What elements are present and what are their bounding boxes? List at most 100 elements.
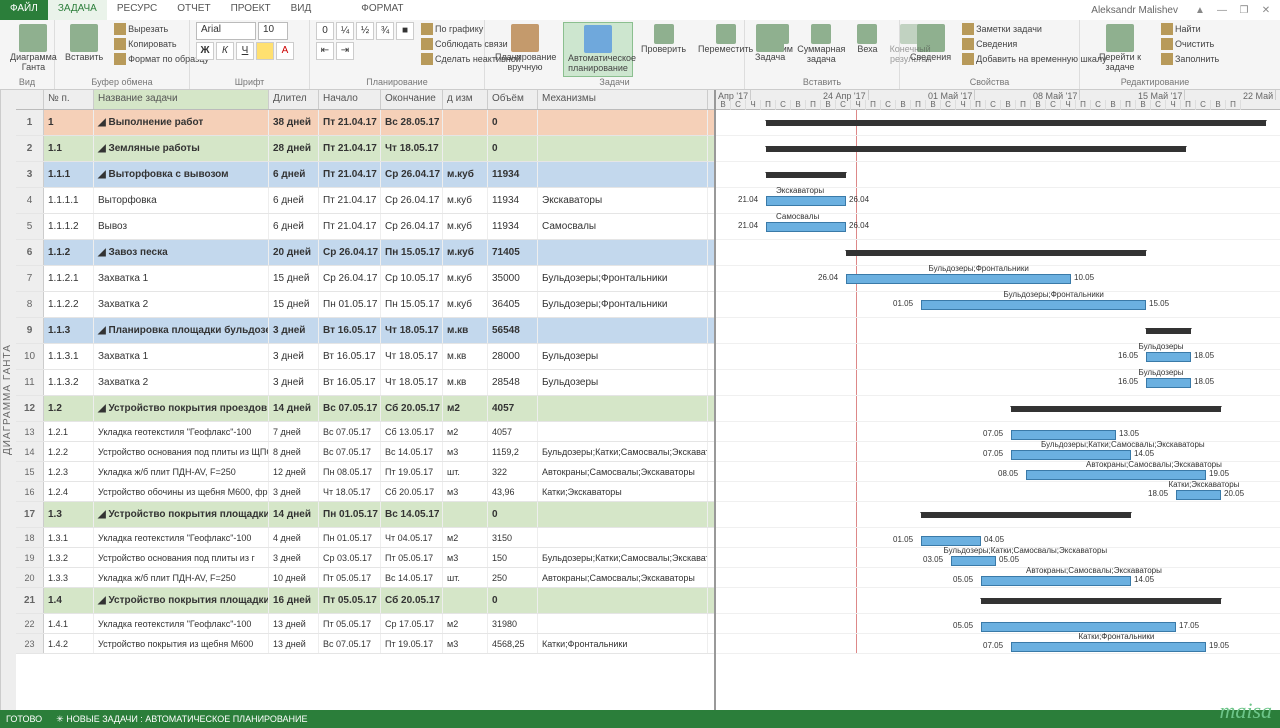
cell-duration[interactable]: 10 дней — [269, 568, 319, 587]
table-row[interactable]: 81.1.2.2Захватка 215 днейПн 01.05.17Пн 1… — [16, 292, 714, 318]
table-row[interactable]: 61.1.2◢ Завоз песка20 днейСр 26.04.17Пн … — [16, 240, 714, 266]
cell-mech[interactable]: Катки;Фронтальники — [538, 634, 708, 653]
cell-mech[interactable]: Самосвалы — [538, 214, 708, 239]
col-unit[interactable]: д изм — [443, 90, 488, 109]
cell-mech[interactable] — [538, 588, 708, 613]
cell-name[interactable]: Устройство обочины из щебня M600, фр. 20… — [94, 482, 269, 501]
cell-volume[interactable]: 35000 — [488, 266, 538, 291]
tab-report[interactable]: ОТЧЕТ — [167, 0, 220, 20]
cell-finish[interactable]: Вс 14.05.17 — [381, 502, 443, 527]
tab-format[interactable]: ФОРМАТ — [351, 0, 413, 20]
gantt-bar[interactable] — [766, 172, 846, 178]
cell-start[interactable]: Пт 21.04.17 — [319, 214, 381, 239]
cell-volume[interactable]: 250 — [488, 568, 538, 587]
cell-volume[interactable]: 1159,2 — [488, 442, 538, 461]
clear-button[interactable]: Очистить — [1158, 37, 1222, 51]
cell-finish[interactable]: Ср 26.04.17 — [381, 188, 443, 213]
insert-summary-button[interactable]: Суммарная задача — [793, 22, 849, 67]
cell-start[interactable]: Вт 16.05.17 — [319, 344, 381, 369]
cell-unit[interactable]: м3 — [443, 442, 488, 461]
cell-volume[interactable]: 4057 — [488, 396, 538, 421]
cell-mech[interactable] — [538, 110, 708, 135]
col-wbs[interactable]: № п. — [44, 90, 94, 109]
cell-mech[interactable]: Автокраны;Самосвалы;Экскаваторы — [538, 462, 708, 481]
gantt-bar[interactable] — [981, 598, 1221, 604]
cell-duration[interactable]: 6 дней — [269, 188, 319, 213]
cell-finish[interactable]: Ср 26.04.17 — [381, 162, 443, 187]
cell-unit[interactable] — [443, 136, 488, 161]
cell-mech[interactable]: Бульдозеры;Катки;Самосвалы;Экскаваторы — [538, 548, 708, 567]
table-row[interactable]: 171.3◢ Устройство покрытия площадки из п… — [16, 502, 714, 528]
inspect-button[interactable]: Проверить — [637, 22, 690, 57]
pct0-button[interactable]: 0 — [316, 22, 334, 40]
cell-unit[interactable]: шт. — [443, 462, 488, 481]
cell-mech[interactable] — [538, 318, 708, 343]
table-row[interactable]: 91.1.3◢ Планировка площадки бульдозером3… — [16, 318, 714, 344]
pct25-button[interactable]: ¼ — [336, 22, 354, 40]
cell-duration[interactable]: 12 дней — [269, 462, 319, 481]
cell-volume[interactable]: 36405 — [488, 292, 538, 317]
cell-name[interactable]: ◢ Выполнение работ — [94, 110, 269, 135]
gantt-bar[interactable] — [766, 196, 846, 206]
cell-finish[interactable]: Вс 28.05.17 — [381, 110, 443, 135]
cell-duration[interactable]: 28 дней — [269, 136, 319, 161]
cell-unit[interactable] — [443, 588, 488, 613]
cell-name[interactable]: ◢ Устройство покрытия площадки из щебня — [94, 588, 269, 613]
cell-volume[interactable]: 0 — [488, 502, 538, 527]
outdent-button[interactable]: ⇤ — [316, 42, 334, 60]
cell-start[interactable]: Вс 07.05.17 — [319, 422, 381, 441]
table-row[interactable]: 21.1◢ Земляные работы28 днейПт 21.04.17Ч… — [16, 136, 714, 162]
cell-start[interactable]: Вс 07.05.17 — [319, 442, 381, 461]
col-start[interactable]: Начало — [319, 90, 381, 109]
cell-wbs[interactable]: 1.4.1 — [44, 614, 94, 633]
table-row[interactable]: 191.3.2Устройство основания под плиты из… — [16, 548, 714, 568]
col-duration[interactable]: Длител — [269, 90, 319, 109]
cell-name[interactable]: Вывоз — [94, 214, 269, 239]
table-row[interactable]: 31.1.1◢ Выторфовка с вывозом6 днейПт 21.… — [16, 162, 714, 188]
cell-wbs[interactable]: 1.1.2.2 — [44, 292, 94, 317]
cell-duration[interactable]: 38 дней — [269, 110, 319, 135]
pct100-button[interactable]: ■ — [396, 22, 414, 40]
gantt-bar[interactable] — [846, 250, 1146, 256]
cell-mech[interactable] — [538, 240, 708, 265]
cell-wbs[interactable]: 1.3 — [44, 502, 94, 527]
cell-name[interactable]: Укладка ж/б плит ПДН-AV, F=250 — [94, 462, 269, 481]
cell-name[interactable]: Укладка ж/б плит ПДН-AV, F=250 — [94, 568, 269, 587]
manual-schedule-button[interactable]: Планирование вручную — [491, 22, 559, 75]
cell-start[interactable]: Пн 08.05.17 — [319, 462, 381, 481]
ribbon-display-icon[interactable]: ▲ — [1190, 5, 1210, 16]
cell-duration[interactable]: 8 дней — [269, 442, 319, 461]
cell-wbs[interactable]: 1.2.4 — [44, 482, 94, 501]
cell-finish[interactable]: Сб 20.05.17 — [381, 588, 443, 613]
cell-volume[interactable]: 56548 — [488, 318, 538, 343]
insert-task-button[interactable]: Задача — [751, 22, 789, 65]
cell-volume[interactable]: 43,96 — [488, 482, 538, 501]
cell-name[interactable]: ◢ Выторфовка с вывозом — [94, 162, 269, 187]
cell-unit[interactable]: м2 — [443, 528, 488, 547]
cell-name[interactable]: ◢ Завоз песка — [94, 240, 269, 265]
gantt-bar[interactable] — [1176, 490, 1221, 500]
gantt-bar[interactable] — [921, 512, 1131, 518]
cell-unit[interactable]: м2 — [443, 614, 488, 633]
cell-name[interactable]: Захватка 1 — [94, 344, 269, 369]
cell-start[interactable]: Пн 01.05.17 — [319, 292, 381, 317]
cell-mech[interactable] — [538, 422, 708, 441]
cell-finish[interactable]: Чт 18.05.17 — [381, 136, 443, 161]
bold-button[interactable]: Ж — [196, 42, 214, 60]
cell-volume[interactable]: 0 — [488, 136, 538, 161]
tab-resource[interactable]: РЕСУРС — [107, 0, 167, 20]
cell-start[interactable]: Пт 05.05.17 — [319, 588, 381, 613]
table-row[interactable]: 121.2◢ Устройство покрытия проездов из п… — [16, 396, 714, 422]
cell-wbs[interactable]: 1.1 — [44, 136, 94, 161]
cell-finish[interactable]: Чт 18.05.17 — [381, 370, 443, 395]
cell-volume[interactable]: 11934 — [488, 214, 538, 239]
table-row[interactable]: 51.1.1.2Вывоз6 днейПт 21.04.17Ср 26.04.1… — [16, 214, 714, 240]
cell-volume[interactable]: 150 — [488, 548, 538, 567]
close-icon[interactable]: ✕ — [1256, 5, 1276, 16]
gantt-bar[interactable] — [1146, 328, 1191, 334]
cell-name[interactable]: ◢ Планировка площадки бульдозером — [94, 318, 269, 343]
cell-mech[interactable]: Бульдозеры;Катки;Самосвалы;Экскаваторы — [538, 442, 708, 461]
cell-finish[interactable]: Пн 15.05.17 — [381, 292, 443, 317]
cell-wbs[interactable]: 1.2 — [44, 396, 94, 421]
cell-volume[interactable]: 11934 — [488, 188, 538, 213]
